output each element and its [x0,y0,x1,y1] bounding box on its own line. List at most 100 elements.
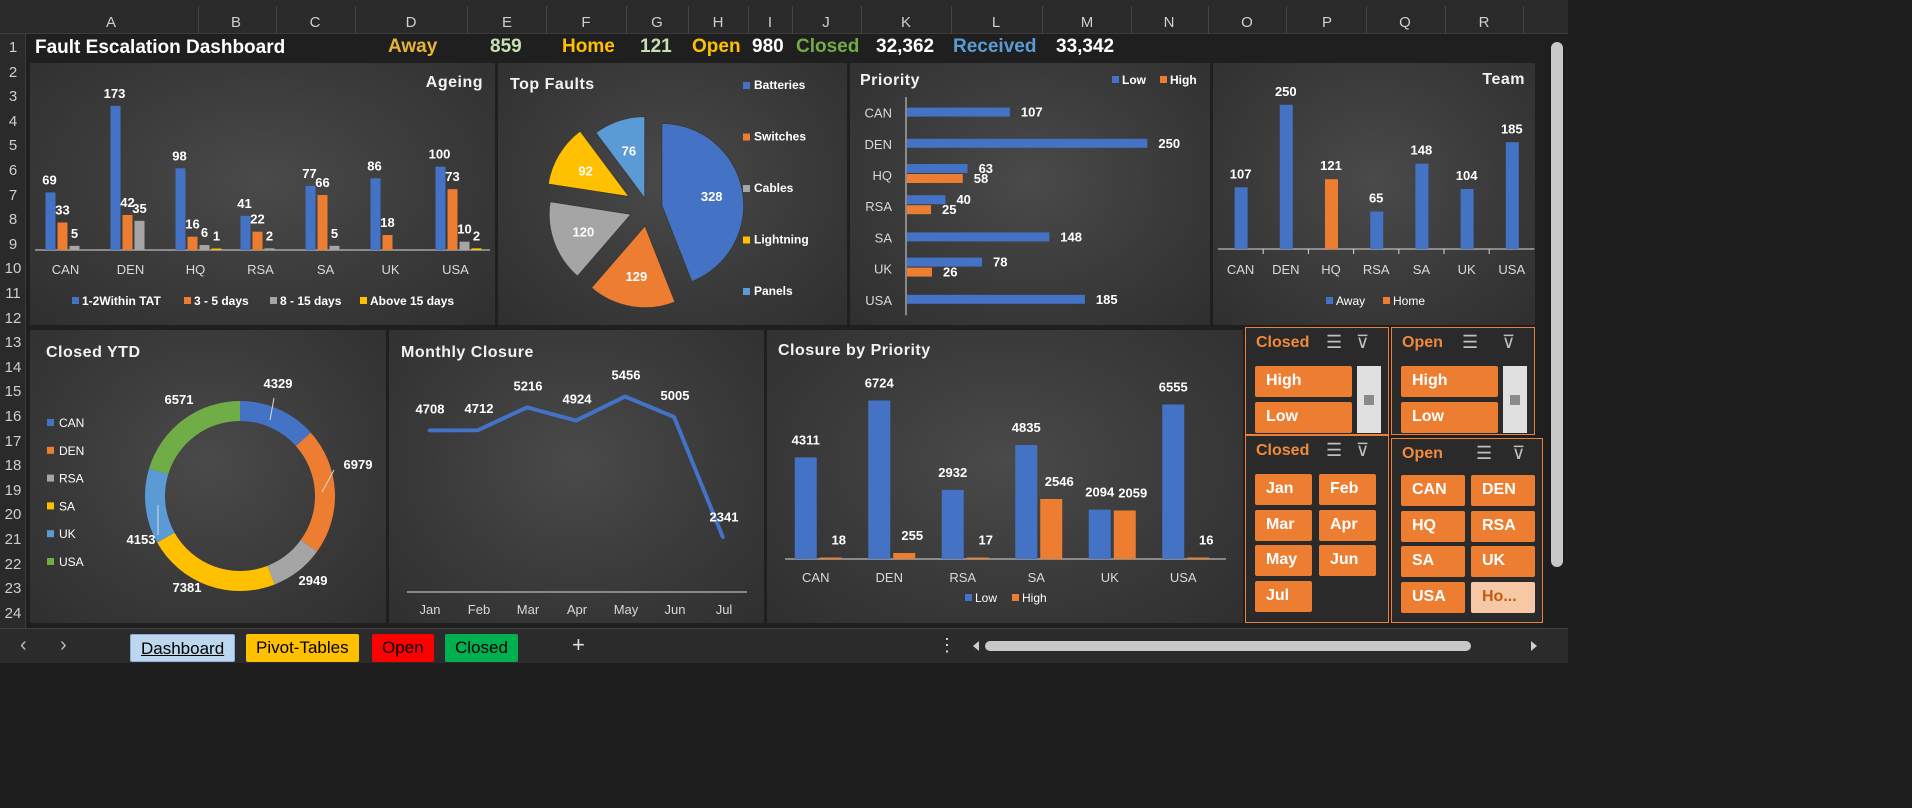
slicer-item-sa[interactable]: SA [1401,546,1465,577]
closed-ytd-segment [295,432,336,552]
top-faults-legend-label: Lightning [754,233,809,247]
closure-by-priority-bar [794,457,817,559]
clear-filter-icon[interactable]: ⊽ [1356,440,1369,461]
slicer-item-jul[interactable]: Jul [1255,580,1312,612]
monthly-closure-point [427,428,431,432]
ageing-panel: Ageing 69 33 5 CAN 173 42 35 DEN 98 16 6 1 HQ 41 22 2 RS… [30,63,495,325]
slicer-item-den[interactable]: DEN [1471,475,1535,506]
row-header-20: 20 [4,506,22,524]
slicer-item-mar[interactable]: Mar [1255,509,1312,541]
slicer-scrollbar[interactable] [1503,366,1527,433]
ageing-data-label: 22 [250,212,264,227]
horizontal-scrollbar[interactable] [965,637,1545,655]
column-header-c: C [309,14,321,31]
row-header-18: 18 [4,457,22,475]
closure-by-priority-x-tick: DEN [876,570,903,585]
slicer-item-uk[interactable]: UK [1471,546,1535,577]
slicer-scrollbar[interactable] [1357,366,1381,433]
priority-data-label: 78 [993,255,1007,270]
slicer-item-may[interactable]: May [1255,545,1312,576]
slicer-open-team[interactable]: Open ☰ ⊽ CAN DEN HQ RSA SA UK USA Ho... [1391,438,1543,623]
slicer-item-jan[interactable]: Jan [1255,474,1312,505]
ageing-bar [329,245,340,250]
closure-by-priority-bar [941,489,964,559]
priority-chart: CAN 107DEN 250HQ 6358RSA 4025SA 148UK 7826USA 1… [865,73,1197,316]
ageing-bar [211,248,222,250]
priority-data-label: 185 [1096,292,1118,307]
slicer-item-apr[interactable]: Apr [1319,509,1376,541]
tab-dashboard[interactable]: Dashboard [130,634,236,662]
tab-open[interactable]: Open [372,634,434,662]
team-bar [1505,142,1519,249]
slicer-closed-month[interactable]: Closed ☰ ⊽ Jan Feb Mar Apr May Jun Jul [1245,435,1389,623]
top-faults-legend-swatch [743,133,750,141]
chevron-left-icon[interactable]: ‹ [20,634,27,657]
ageing-bar [69,245,80,250]
slicer-title: Open [1402,334,1443,351]
closure-by-priority-x-tick: USA [1170,570,1197,585]
slicer-item-jun[interactable]: Jun [1319,545,1376,576]
row-header-16: 16 [4,408,22,425]
slicer-item-rsa[interactable]: RSA [1471,510,1535,542]
column-header-m: M [1080,14,1094,31]
closed-ytd-legend-swatch [47,474,54,482]
closure-by-priority-data-label: 4835 [1012,420,1041,435]
column-header-l: L [991,14,1001,31]
clear-filter-icon[interactable]: ⊽ [1356,332,1369,353]
slicer-item-high[interactable]: High [1255,366,1352,397]
kpi-label-open: Open [692,36,741,57]
priority-legend-label: Low [1122,73,1147,87]
ageing-bar [240,215,251,250]
priority-data-label: 25 [942,202,956,217]
closure-by-priority-title: Closure by Priority [778,342,931,359]
ageing-bar [252,231,263,250]
ageing-data-label: 41 [237,196,251,211]
slicer-closed-priority[interactable]: Closed ☰ ⊽ High Low [1245,327,1389,435]
clear-filter-icon[interactable]: ⊽ [1512,443,1525,464]
plus-icon[interactable]: + [572,632,585,658]
monthly-closure-point [623,395,627,399]
priority-legend-swatch [1160,76,1167,83]
slicer-item-can[interactable]: CAN [1401,475,1465,506]
slicer-item-low[interactable]: Low [1401,402,1498,433]
closure-by-priority-x-tick: SA [1028,570,1046,585]
closure-by-priority-x-tick: CAN [802,570,829,585]
slicer-item-hq[interactable]: HQ [1401,510,1465,542]
multi-select-icon[interactable]: ☰ [1462,332,1478,353]
slicer-item-ho[interactable]: Ho... [1471,581,1535,613]
ageing-legend-label: 3 - 5 days [194,294,249,308]
ageing-bar [187,236,198,250]
ageing-legend-label: 8 - 15 days [280,294,342,308]
closed-ytd-legend-label: UK [59,527,76,541]
priority-bar [907,205,932,215]
multi-select-icon[interactable]: ☰ [1326,440,1342,461]
priority-data-label: 148 [1060,229,1082,244]
team-bar [1279,104,1293,249]
closure-by-priority-bar [1162,404,1185,559]
slicer-open-priority[interactable]: Open ☰ ⊽ High Low [1391,327,1535,435]
clear-filter-icon[interactable]: ⊽ [1502,332,1515,353]
slicer-item-feb[interactable]: Feb [1319,474,1376,505]
slicer-item-low[interactable]: Low [1255,402,1352,433]
tab-closed[interactable]: Closed [445,634,518,662]
monthly-closure-x-tick: Feb [468,602,490,617]
priority-title: Priority [860,72,921,89]
row-header-1: 1 [8,39,18,56]
more-vertical-icon[interactable]: ⋮ [938,635,956,656]
tab-pivot-tables[interactable]: Pivot-Tables [246,634,359,662]
priority-panel: Priority CAN 107 DEN 250 HQ 63 58 RSA 40 25 SA 148 U… [850,63,1210,325]
slicer-item-high[interactable]: High [1401,366,1498,397]
multi-select-icon[interactable]: ☰ [1476,443,1492,464]
ageing-bar [122,215,133,250]
team-x-tick: UK [1458,262,1476,277]
chevron-right-icon[interactable]: › [60,634,67,657]
slicer-item-usa[interactable]: USA [1401,581,1465,613]
column-separator [276,6,277,34]
closure-by-priority-panel: Closure by Priority 4311 18 CAN 6724 255 DEN 2… [767,330,1243,623]
closed-ytd-segment [149,401,240,475]
ageing-x-tick: RSA [247,262,274,277]
ageing-data-label: 86 [367,158,381,173]
ageing-x-tick: DEN [117,262,144,277]
vertical-scroll-thumb[interactable] [1551,42,1563,567]
multi-select-icon[interactable]: ☰ [1326,332,1342,353]
